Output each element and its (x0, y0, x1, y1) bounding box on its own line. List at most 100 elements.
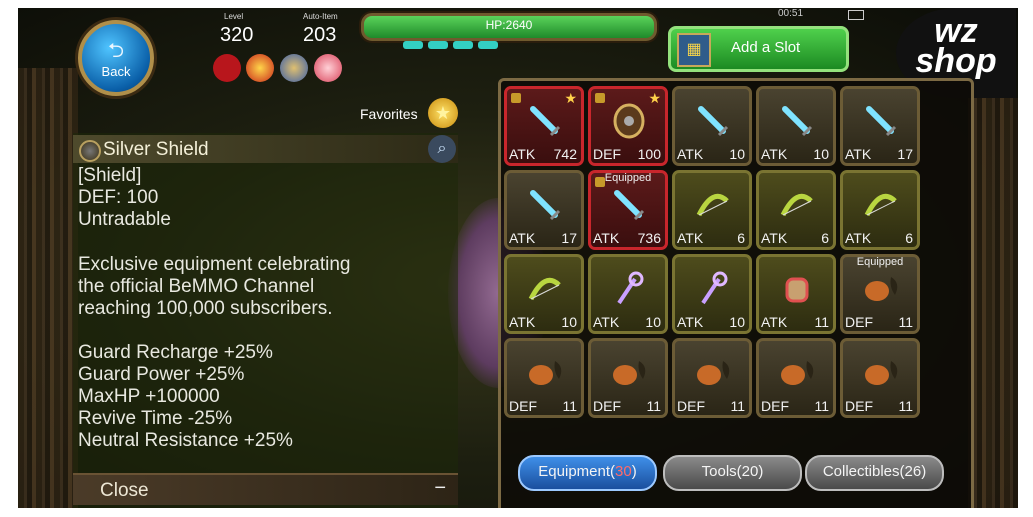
back-control: ⮌ Back (58, 10, 178, 100)
inventory-slot[interactable]: ★ ATK 742 (504, 86, 584, 166)
inventory-slot[interactable]: DEF 11 (756, 338, 836, 418)
slot-stat-value: 11 (898, 398, 913, 414)
close-button[interactable]: Close − (73, 473, 458, 505)
slot-stat-value: 10 (813, 146, 829, 162)
level-value: 320 (220, 24, 254, 46)
slot-stat-value: 10 (729, 314, 745, 330)
medal-icon-1[interactable] (213, 54, 241, 82)
favorites-label: Favorites (360, 106, 418, 122)
sword-icon (525, 185, 565, 225)
item-def: DEF: 100 (78, 187, 159, 208)
slot-stat-type: ATK (677, 314, 704, 330)
star-icon: ★ (564, 90, 577, 106)
slot-stat-type: ATK (677, 230, 704, 246)
add-slot-button[interactable]: ▦ Add a Slot (668, 26, 849, 72)
inventory-slot[interactable]: ATK 6 (672, 170, 752, 250)
inventory-slot[interactable]: ATK 10 (504, 254, 584, 334)
slot-stat-type: ATK (509, 314, 536, 330)
slot-stat-type: ATK (677, 146, 704, 162)
close-minus-icon: − (434, 477, 446, 499)
back-button[interactable]: ⮌ Back (78, 20, 154, 96)
inventory-slot[interactable]: ATK 11 (756, 254, 836, 334)
inventory-slot[interactable]: DEF 11 (504, 338, 584, 418)
inventory-slot[interactable]: DEF 11 (672, 338, 752, 418)
lock-icon (595, 93, 605, 103)
item-name-bar: Silver Shield ⌕ (73, 135, 458, 163)
sword-icon (693, 101, 733, 141)
stamina-segment (428, 41, 448, 49)
inventory-slot[interactable]: DEF 11 (840, 338, 920, 418)
equipped-label: Equipped (604, 172, 652, 184)
bow-icon (777, 185, 817, 225)
armor-icon (777, 353, 817, 393)
bookshelf-right (968, 98, 1018, 508)
battery-icon (848, 10, 864, 20)
slot-stat-value: 6 (737, 230, 745, 246)
badge-icon[interactable] (280, 54, 308, 82)
medal-icon-2[interactable] (246, 54, 274, 82)
stamina-segment (453, 41, 473, 49)
add-slot-label: Add a Slot (731, 39, 801, 56)
slot-stat-value: 10 (561, 314, 577, 330)
slot-stat-type: ATK (761, 314, 788, 330)
tab-equipment[interactable]: Equipment(30) (518, 455, 657, 491)
bookshelf-left (18, 68, 78, 508)
player-stats: Level 320 Auto-Item 203 (208, 12, 368, 52)
slot-stat-value: 742 (553, 146, 577, 162)
slot-stat-value: 100 (637, 146, 661, 162)
favorite-star-icon[interactable]: ★ (428, 98, 458, 128)
armor-icon (861, 353, 901, 393)
inventory-slot[interactable]: ATK 10 (672, 254, 752, 334)
magnifier-icon[interactable]: ⌕ (428, 135, 456, 163)
slot-stat-value: 11 (814, 398, 829, 414)
bow-icon (693, 185, 733, 225)
shield-icon (79, 140, 101, 162)
slot-stat-type: DEF (677, 398, 705, 414)
back-label: Back (101, 64, 131, 79)
slot-stat-value: 6 (905, 230, 913, 246)
game-screen: ⮌ Back Level 320 Auto-Item 203 HP:2640 ▦… (18, 8, 1018, 508)
slot-stat-value: 10 (729, 146, 745, 162)
tab-tools[interactable]: Tools(20) (663, 455, 802, 491)
item-detail-panel: Silver Shield ⌕ [Shield] DEF: 100 Untrad… (73, 133, 458, 508)
slot-stat-type: ATK (509, 230, 536, 246)
inventory-slot[interactable]: ATK 10 (672, 86, 752, 166)
inventory-slot[interactable]: ATK 17 (504, 170, 584, 250)
slot-stat-type: ATK (509, 146, 536, 162)
inventory-slot[interactable]: Equipped ATK 736 (588, 170, 668, 250)
slot-stat-value: 17 (897, 146, 913, 162)
slot-stat-value: 736 (637, 230, 661, 246)
slot-stat-type: ATK (593, 314, 620, 330)
tab-collectibles[interactable]: Collectibles(26) (805, 455, 944, 491)
level-label: Level (224, 12, 244, 21)
hp-text: HP:2640 (485, 18, 533, 32)
logo-text: wz shop (915, 12, 997, 80)
star-icon: ★ (648, 90, 661, 106)
inventory-slot[interactable]: ★ DEF 100 (588, 86, 668, 166)
slot-stat-type: ATK (593, 230, 620, 246)
stamina-segment (403, 41, 423, 49)
stamina-segment (478, 41, 498, 49)
slot-stat-type: DEF (845, 314, 873, 330)
inventory-slot[interactable]: DEF 11 (588, 338, 668, 418)
gift-icon[interactable] (314, 54, 342, 82)
slot-stat-value: 11 (562, 398, 577, 414)
inventory-slot[interactable]: ATK 10 (756, 86, 836, 166)
inventory-slot[interactable]: Equipped DEF 11 (840, 254, 920, 334)
slot-stat-type: DEF (509, 398, 537, 414)
staff-icon (609, 269, 649, 309)
lock-icon (511, 93, 521, 103)
inventory-slot[interactable]: ATK 6 (840, 170, 920, 250)
gauntlet-icon (777, 269, 817, 309)
slot-stat-value: 17 (561, 230, 577, 246)
inventory-slot[interactable]: ATK 17 (840, 86, 920, 166)
item-description: Exclusive equipment celebrating the offi… (78, 254, 351, 319)
slot-stat-type: DEF (593, 146, 621, 162)
sword-icon (861, 101, 901, 141)
inventory-slot[interactable]: ATK 10 (588, 254, 668, 334)
inventory-slot[interactable]: ATK 6 (756, 170, 836, 250)
slot-stat-value: 11 (730, 398, 745, 414)
sword-icon (525, 101, 565, 141)
armor-icon (609, 353, 649, 393)
slot-stat-type: ATK (845, 230, 872, 246)
